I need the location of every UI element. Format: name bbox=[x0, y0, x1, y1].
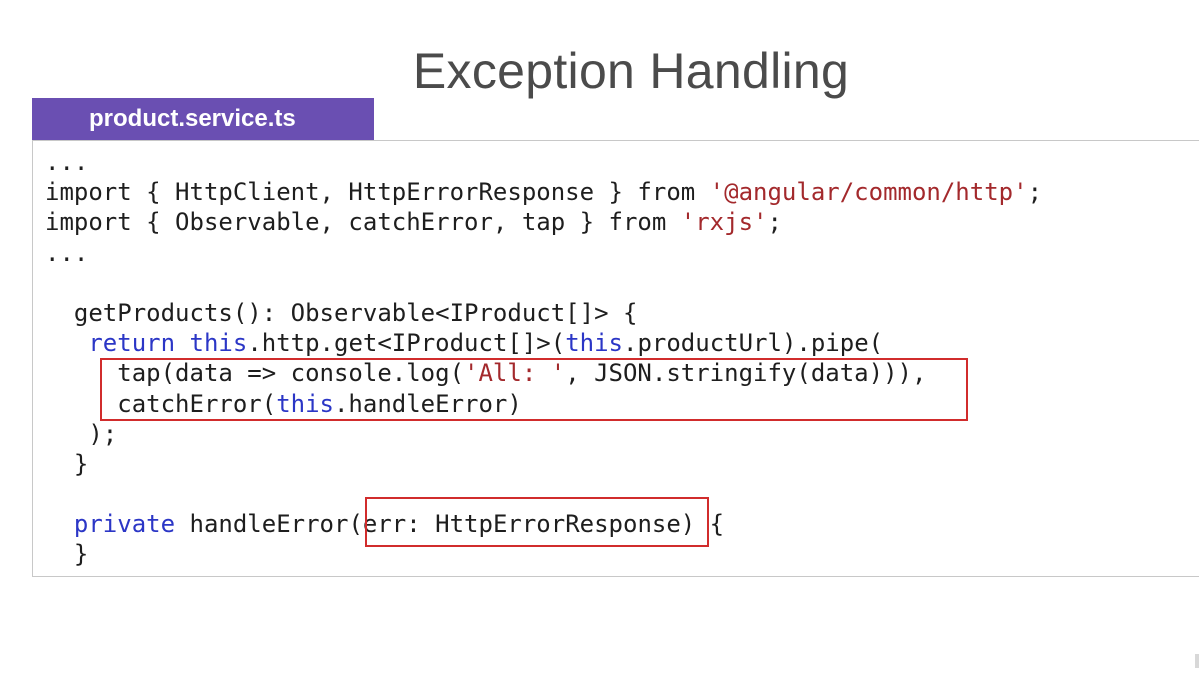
code-keyword: return bbox=[88, 329, 176, 358]
code-keyword: this bbox=[189, 329, 248, 358]
code-token: ... bbox=[45, 148, 89, 176]
code-line: ... bbox=[45, 147, 1042, 177]
code-line: getProducts(): Observable<IProduct[]> { bbox=[45, 298, 1042, 328]
highlight-box-pipe-operators bbox=[100, 358, 968, 421]
code-token: .http.get<IProduct[]>( bbox=[247, 329, 566, 358]
code-token: } bbox=[45, 449, 89, 478]
code-line: return this.http.get<IProduct[]>(this.pr… bbox=[45, 328, 1042, 358]
code-line: } bbox=[45, 449, 1042, 479]
code-token: ; bbox=[1027, 178, 1043, 207]
code-string: 'rxjs' bbox=[680, 208, 768, 237]
code-keyword: this bbox=[565, 329, 623, 358]
code-string: '@angular/common/http' bbox=[709, 178, 1028, 207]
code-line: ); bbox=[45, 419, 1042, 449]
code-line: ... bbox=[45, 238, 1042, 268]
code-keyword: private bbox=[73, 510, 176, 539]
code-token: .productUrl).pipe( bbox=[623, 329, 884, 358]
code-line: import { Observable, catchError, tap } f… bbox=[45, 207, 1042, 237]
code-token: ; bbox=[767, 208, 782, 237]
code-token: import { Observable, catchError, tap } f… bbox=[45, 208, 681, 237]
code-token: } bbox=[45, 540, 89, 569]
file-tab: product.service.ts bbox=[32, 98, 374, 140]
slide-title: Exception Handling bbox=[412, 43, 850, 99]
code-token: ... bbox=[45, 238, 89, 267]
code-token: import { HttpClient, HttpErrorResponse }… bbox=[45, 178, 710, 207]
code-line: import { HttpClient, HttpErrorResponse }… bbox=[45, 177, 1042, 207]
code-token: getProducts(): Observable<IProduct[]> { bbox=[45, 298, 638, 327]
slide-edge-mark bbox=[1195, 654, 1199, 668]
highlight-box-error-parameter bbox=[365, 497, 709, 547]
file-tab-label: product.service.ts bbox=[89, 105, 296, 132]
code-token: ); bbox=[45, 419, 118, 448]
